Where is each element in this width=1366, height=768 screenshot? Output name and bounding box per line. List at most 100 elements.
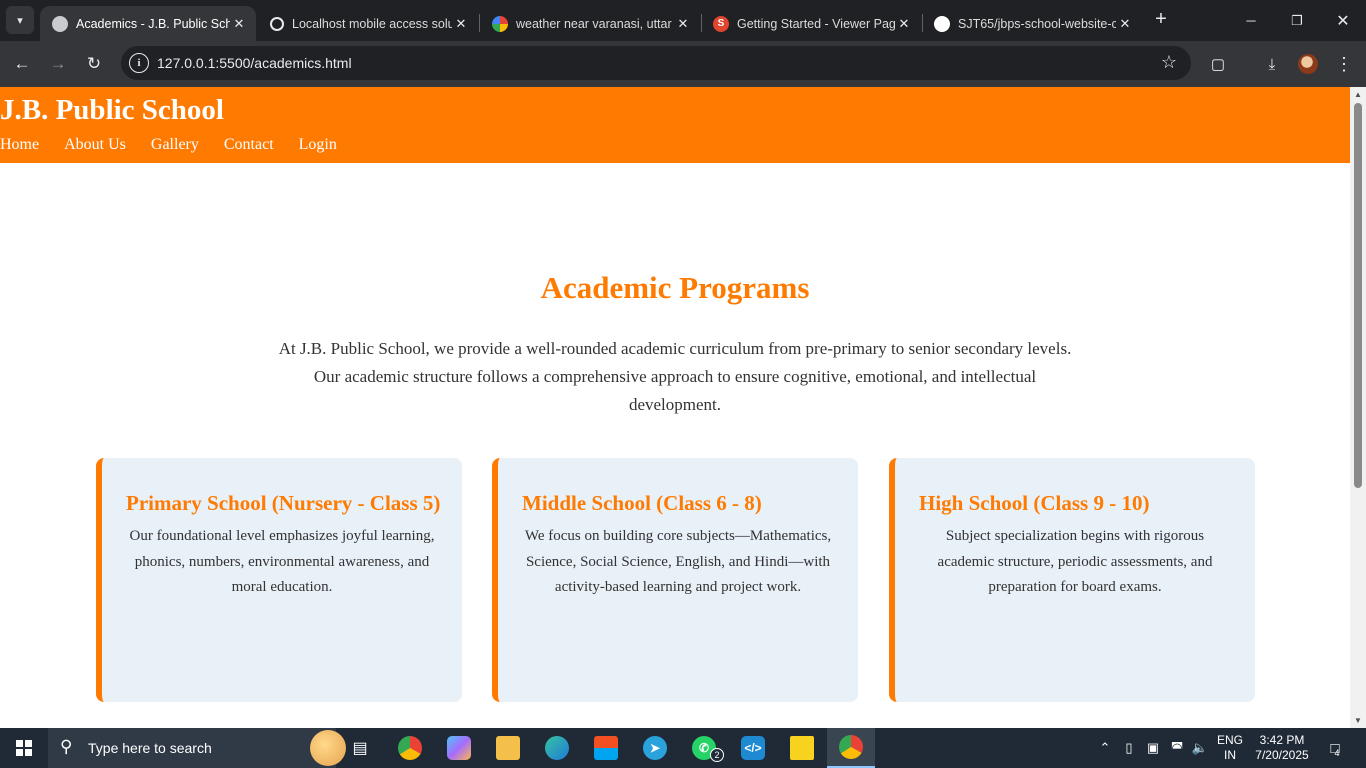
nav-link-gallery[interactable]: Gallery (151, 136, 199, 154)
profile-avatar[interactable] (1294, 50, 1322, 78)
edge-icon (545, 736, 569, 760)
store-icon (594, 736, 618, 760)
tab-title: Localhost mobile access solution (292, 16, 452, 31)
wifi-icon[interactable]: ◚ (1167, 728, 1187, 768)
meet-now-icon[interactable]: ▣ (1143, 728, 1163, 768)
address-bar[interactable]: i 127.0.0.1:5500/academics.html ☆ (121, 46, 1191, 80)
new-tab-button[interactable]: + (1150, 8, 1172, 30)
language-code: ENG (1216, 733, 1243, 747)
whatsapp-badge: 2 (710, 748, 724, 762)
volume-icon[interactable]: 🔈 (1190, 728, 1210, 768)
globe-icon (52, 15, 68, 32)
tab-localhost-mobile[interactable]: Localhost mobile access solution ✕ (258, 6, 478, 41)
card-text: Subject specialization begins with rigor… (937, 528, 1213, 595)
card-title: High School (Class 9 - 10) (919, 491, 1150, 515)
taskbar-search-box[interactable]: ⚲ Type here to search (48, 728, 346, 768)
tab-title: Academics - J.B. Public School (76, 16, 230, 31)
scroll-down-arrow-icon[interactable]: ▼ (1354, 716, 1362, 725)
openai-icon (270, 16, 284, 31)
page-title: Academic Programs (540, 270, 810, 305)
taskbar-edge[interactable] (533, 728, 581, 768)
program-card-primary: Primary School (Nursery - Class 5) Our f… (96, 458, 462, 702)
github-icon (934, 15, 950, 32)
tab-academics[interactable]: Academics - J.B. Public School ✕ (40, 6, 256, 41)
clock-time: 3:42 PM (1259, 733, 1305, 747)
browser-menu-icon[interactable]: ⋮ (1330, 50, 1358, 78)
program-card-middle: Middle School (Class 6 - 8) We focus on … (492, 458, 858, 702)
taskbar-copilot[interactable] (435, 728, 483, 768)
sticky-notes-icon (790, 736, 814, 760)
battery-icon[interactable]: ▯ (1119, 728, 1139, 768)
taskbar-sticky-notes[interactable] (778, 728, 826, 768)
scroll-up-arrow-icon[interactable]: ▲ (1354, 90, 1362, 99)
close-tab-icon[interactable]: ✕ (1116, 16, 1134, 32)
taskbar-vscode[interactable]: </> (729, 728, 777, 768)
bookmark-star-icon[interactable]: ☆ (1161, 52, 1177, 73)
tab-github[interactable]: SJT65/jbps-school-website-code ✕ (922, 6, 1142, 41)
site-header: J.B. Public School Home About Us Gallery… (0, 87, 1350, 163)
site-title[interactable]: J.B. Public School (0, 94, 224, 127)
close-tab-icon[interactable]: ✕ (895, 16, 913, 32)
show-hidden-icons-button[interactable]: ⌃ (1095, 728, 1115, 768)
extensions-icon[interactable]: ▢ (1204, 50, 1232, 78)
taskbar-chrome[interactable] (386, 728, 434, 768)
taskbar-chrome-active[interactable] (827, 728, 875, 768)
notification-count: 4 (1334, 748, 1340, 758)
language-indicator[interactable]: ENG IN (1214, 733, 1246, 763)
taskbar-store[interactable] (582, 728, 630, 768)
site-info-icon[interactable]: i (129, 53, 149, 73)
taskbar-whatsapp[interactable]: ✆ 2 (680, 728, 728, 768)
scrollbar-thumb[interactable] (1354, 103, 1362, 488)
forward-button[interactable]: → (44, 50, 72, 78)
chevron-down-icon: ▾ (17, 14, 23, 27)
site-nav: Home About Us Gallery Contact Login (0, 136, 362, 154)
system-clock[interactable]: 3:42 PM 7/20/2025 (1250, 733, 1314, 763)
card-title: Middle School (Class 6 - 8) (522, 491, 762, 515)
nav-link-home[interactable]: Home (0, 136, 39, 154)
notification-center-button[interactable]: □ 4 (1320, 728, 1350, 768)
close-tab-icon[interactable]: ✕ (452, 16, 470, 32)
avatar (1298, 54, 1318, 74)
program-card-high: High School (Class 9 - 10) Subject speci… (889, 458, 1255, 702)
chrome-icon (839, 735, 863, 759)
tab-title: SJT65/jbps-school-website-code (958, 16, 1116, 31)
tab-getting-started[interactable]: S Getting Started - Viewer Page ✕ (701, 6, 921, 41)
nav-link-login[interactable]: Login (299, 136, 337, 154)
task-view-icon: ▤ (352, 740, 368, 757)
browser-tab-bar: ▾ Academics - J.B. Public School ✕ Local… (0, 0, 1366, 41)
telegram-icon: ➤ (643, 736, 667, 760)
vscode-icon: </> (741, 736, 765, 760)
s-app-icon: S (713, 15, 729, 32)
task-view-button[interactable]: ▤ (336, 728, 384, 768)
close-window-button[interactable]: ✕ (1320, 0, 1366, 41)
card-title: Primary School (Nursery - Class 5) (126, 491, 441, 515)
card-text: Our foundational level emphasizes joyful… (129, 528, 435, 595)
close-tab-icon[interactable]: ✕ (230, 16, 248, 32)
nav-link-contact[interactable]: Contact (224, 136, 274, 154)
search-icon: ⚲ (60, 737, 73, 756)
windows-taskbar: ⚲ Type here to search ▤ ➤ ✆ 2 </> ⌃ ▯ ▣ … (0, 728, 1366, 768)
taskbar-file-explorer[interactable] (484, 728, 532, 768)
page-scrollbar[interactable]: ▲ ▼ (1350, 87, 1366, 728)
reload-button[interactable]: ↻ (80, 50, 108, 78)
close-tab-icon[interactable]: ✕ (674, 16, 692, 32)
nav-link-about-us[interactable]: About Us (64, 136, 126, 154)
tab-search-button[interactable]: ▾ (6, 6, 34, 34)
google-icon (492, 15, 508, 32)
download-icon[interactable]: ⤓ (1258, 50, 1286, 78)
region-code: IN (1224, 748, 1236, 762)
intro-paragraph: At J.B. Public School, we provide a well… (278, 339, 1072, 414)
card-text: We focus on building core subjects—Mathe… (524, 528, 832, 595)
tab-weather[interactable]: weather near varanasi, uttar pradesh ✕ (480, 6, 700, 41)
back-button[interactable]: ← (8, 50, 36, 78)
taskbar-telegram[interactable]: ➤ (631, 728, 679, 768)
windows-logo-icon (16, 740, 32, 756)
url-text[interactable]: 127.0.0.1:5500/academics.html (157, 55, 352, 71)
tab-title: Getting Started - Viewer Page (737, 16, 895, 31)
folder-icon (496, 736, 520, 760)
start-button[interactable] (0, 728, 48, 768)
page-viewport: J.B. Public School Home About Us Gallery… (0, 87, 1350, 728)
restore-button[interactable]: ❐ (1274, 0, 1320, 41)
minimize-button[interactable]: ─ (1228, 0, 1274, 41)
tab-title: weather near varanasi, uttar pradesh (516, 16, 674, 31)
